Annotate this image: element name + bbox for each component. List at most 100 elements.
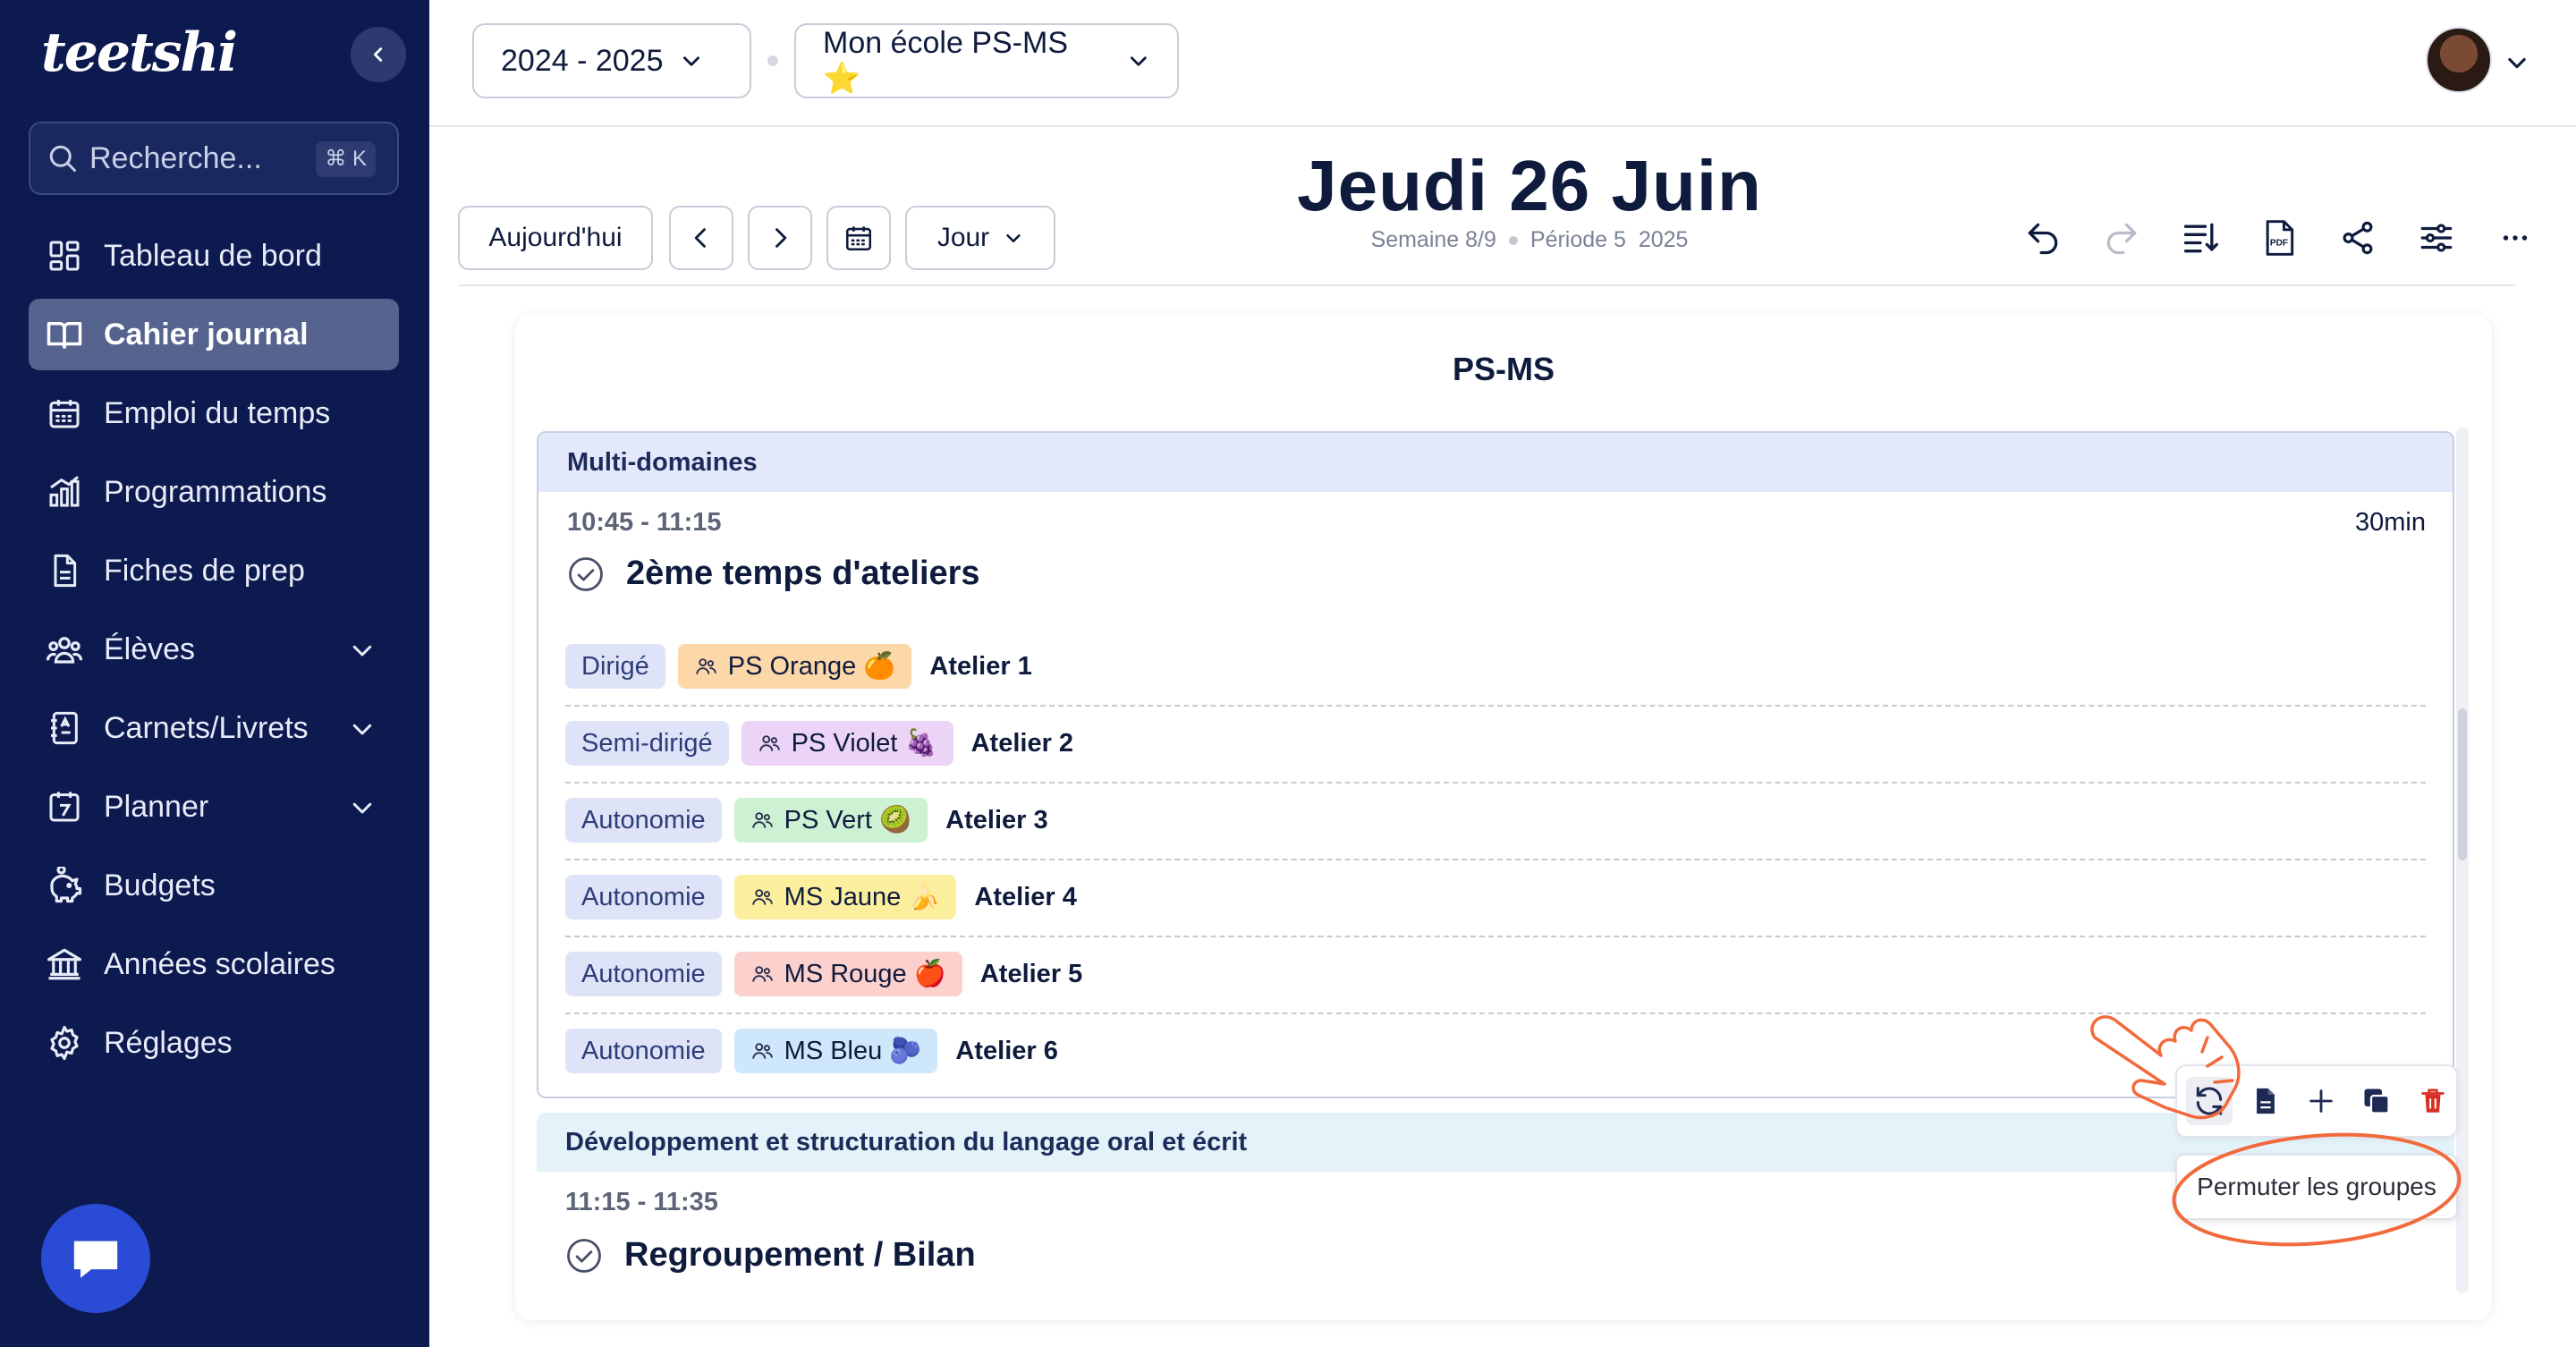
search-input[interactable]: [88, 140, 297, 177]
group-badge[interactable]: MS Jaune 🍌: [733, 875, 957, 919]
search-box[interactable]: ⌘ K: [29, 122, 399, 195]
document-icon: [45, 551, 84, 590]
group-badge[interactable]: PS Vert 🥝: [733, 798, 928, 843]
sequence-time: 11:15 - 11:35: [565, 1188, 718, 1216]
scrollbar-thumb[interactable]: [2458, 708, 2467, 860]
book-open-icon: [45, 315, 84, 354]
sidebar-item-tableau-de-bord[interactable]: Tableau de bord: [29, 220, 399, 292]
sequence-block[interactable]: Multi-domaines 10:45 - 11:15 30min 2ème …: [537, 431, 2454, 1098]
more-options-button[interactable]: [2492, 215, 2538, 261]
check-circle-icon[interactable]: [565, 1237, 603, 1275]
users-icon: [696, 658, 716, 674]
prep-sheet-button[interactable]: [2241, 1077, 2288, 1125]
chevron-down-icon[interactable]: [2504, 50, 2529, 75]
week-label: Semaine 8/9: [1370, 227, 1496, 252]
chevron-down-icon: [352, 645, 372, 657]
sidebar-item-planner[interactable]: Planner: [29, 771, 399, 843]
add-button[interactable]: [2298, 1077, 2344, 1125]
sequence-block[interactable]: Développement et structuration du langag…: [537, 1113, 2454, 1320]
type-badge: Semi-dirigé: [565, 721, 729, 766]
group-badge[interactable]: MS Bleu 🫐: [733, 1029, 938, 1073]
users-icon: [751, 812, 773, 828]
users-icon: [751, 889, 773, 905]
view-mode-select[interactable]: Jour: [905, 206, 1055, 270]
teetshi-logo[interactable]: teetshi: [41, 21, 238, 84]
sidebar-item-eleves[interactable]: Élèves: [29, 614, 399, 685]
sequence-title: 2ème temps d'ateliers: [626, 555, 980, 592]
sidebar-nav: Tableau de bord Cahier journal Emploi du…: [29, 220, 399, 1086]
sidebar-item-carnets-livrets[interactable]: Carnets/Livrets: [29, 692, 399, 764]
undo-icon: [2028, 223, 2058, 255]
group-label: PS Violet 🍇: [791, 729, 937, 758]
undo-button[interactable]: [2020, 215, 2066, 261]
plus-icon: [2309, 1089, 2333, 1113]
group-badge[interactable]: MS Rouge 🍎: [733, 952, 962, 996]
type-badge: Autonomie: [565, 798, 722, 843]
school-year-select[interactable]: 2024 - 2025: [472, 23, 751, 98]
type-badge: Autonomie: [565, 875, 722, 919]
share-icon: [2343, 221, 2373, 255]
atelier-row[interactable]: Autonomie MS Jaune 🍌 Atelier 4: [565, 859, 2426, 937]
users-icon: [758, 735, 780, 751]
sidebar: teetshi ⌘ K Tableau de bord Cahier journ…: [0, 0, 429, 1347]
chevron-left-icon: [694, 228, 706, 248]
atelier-name: Atelier 5: [979, 959, 1083, 988]
swap-groups-button[interactable]: [2186, 1077, 2233, 1125]
filters-button[interactable]: [2413, 215, 2460, 261]
dashboard-icon: [45, 236, 84, 275]
class-title: PS-MS: [1452, 351, 1555, 387]
sequence-title: Regroupement / Bilan: [624, 1236, 976, 1274]
atelier-name: Atelier 3: [945, 805, 1048, 834]
atelier-row[interactable]: Dirigé PS Orange 🍊 Atelier 1: [565, 628, 2426, 707]
check-circle-icon[interactable]: [567, 555, 605, 593]
redo-button[interactable]: [2098, 215, 2145, 261]
group-label: PS Orange 🍊: [727, 652, 896, 681]
group-label: PS Vert 🥝: [784, 806, 912, 834]
atelier-row[interactable]: Autonomie MS Bleu 🫐 Atelier 6: [565, 1012, 2426, 1089]
user-avatar[interactable]: [2426, 27, 2492, 93]
export-pdf-button[interactable]: PDF: [2256, 215, 2302, 261]
scrollbar-track[interactable]: [2456, 428, 2469, 1293]
atelier-row[interactable]: Autonomie PS Vert 🥝 Atelier 3: [565, 782, 2426, 860]
sequence-time: 10:45 - 11:15: [567, 508, 722, 537]
today-label: Aujourd'hui: [488, 223, 623, 252]
sidebar-item-programmations[interactable]: Programmations: [29, 456, 399, 528]
chevron-down-icon: [1006, 233, 1021, 242]
planner-icon: [45, 787, 84, 826]
sidebar-item-label: Programmations: [104, 474, 327, 509]
domain-header: Développement et structuration du langag…: [537, 1113, 2454, 1172]
delete-button[interactable]: [2410, 1077, 2456, 1125]
group-label: MS Bleu 🫐: [784, 1037, 922, 1065]
type-badge: Dirigé: [565, 644, 665, 689]
duplicate-button[interactable]: [2353, 1077, 2400, 1125]
atelier-row[interactable]: Semi-dirigé PS Violet 🍇 Atelier 2: [565, 705, 2426, 784]
group-badge[interactable]: PS Orange 🍊: [677, 644, 912, 689]
sidebar-item-label: Élèves: [104, 631, 196, 666]
chat-support-button[interactable]: [41, 1204, 150, 1313]
sort-list-button[interactable]: [2177, 215, 2224, 261]
today-button[interactable]: Aujourd'hui: [458, 206, 653, 270]
sequence-title-row: Regroupement / Bilan: [565, 1236, 976, 1275]
sidebar-item-cahier-journal[interactable]: Cahier journal: [29, 299, 399, 370]
list-sort-icon: [2183, 223, 2218, 253]
previous-day-button[interactable]: [669, 206, 733, 270]
sidebar-item-annees-scolaires[interactable]: Années scolaires: [29, 928, 399, 1000]
refresh-icon: [2197, 1087, 2223, 1115]
collapse-sidebar-button[interactable]: [351, 27, 406, 82]
gear-icon: [45, 1023, 84, 1063]
sidebar-item-fiches-de-prep[interactable]: Fiches de prep: [29, 535, 399, 606]
sidebar-item-budgets[interactable]: Budgets: [29, 850, 399, 921]
school-select[interactable]: Mon école PS-MS ⭐: [794, 23, 1179, 98]
sidebar-item-label: Carnets/Livrets: [104, 710, 309, 745]
next-day-button[interactable]: [748, 206, 812, 270]
bank-icon: [45, 945, 84, 984]
atelier-row[interactable]: Autonomie MS Rouge 🍎 Atelier 5: [565, 936, 2426, 1014]
atelier-name: Atelier 1: [929, 651, 1032, 681]
group-badge[interactable]: PS Violet 🍇: [741, 721, 953, 766]
sidebar-item-reglages[interactable]: Réglages: [29, 1007, 399, 1079]
share-button[interactable]: [2334, 215, 2381, 261]
sidebar-item-label: Tableau de bord: [104, 238, 322, 273]
sidebar-item-emploi-du-temps[interactable]: Emploi du temps: [29, 377, 399, 449]
date-picker-button[interactable]: [826, 206, 891, 270]
sidebar-item-label: Réglages: [104, 1025, 233, 1060]
